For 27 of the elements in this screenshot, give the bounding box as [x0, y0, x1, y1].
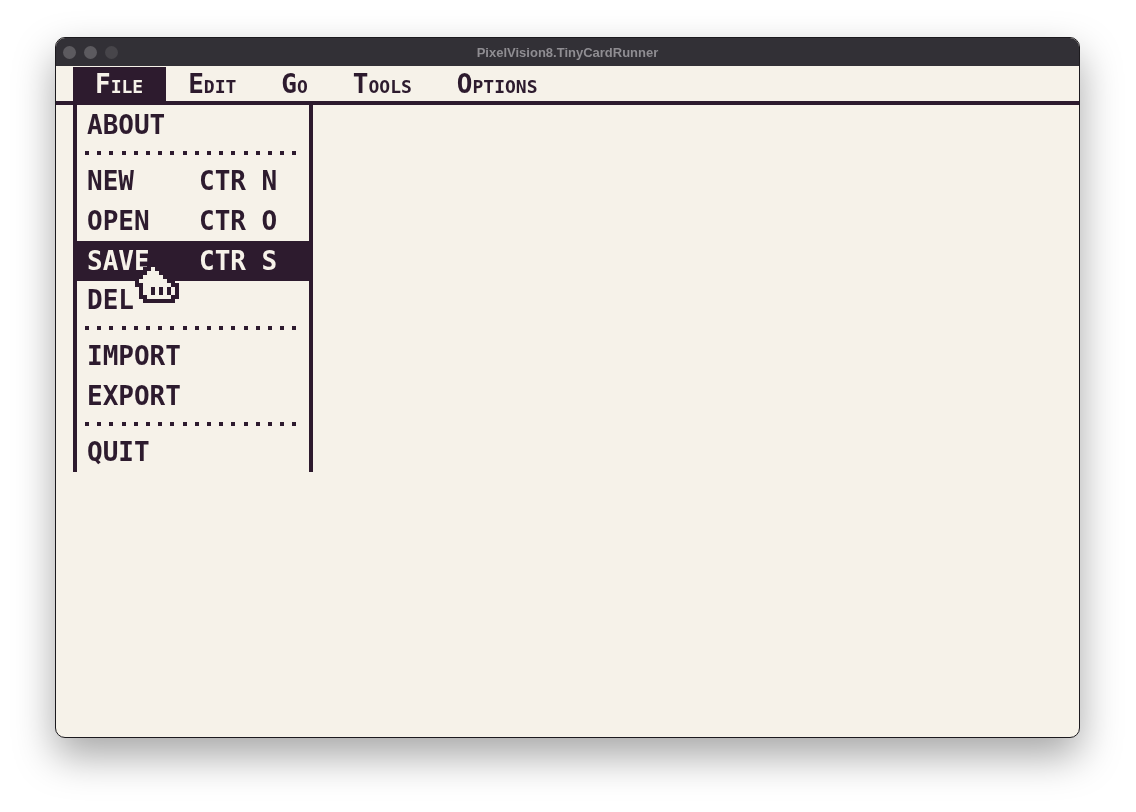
option-label: ABOUT [87, 109, 166, 140]
option-label: OPEN [87, 205, 150, 236]
close-icon[interactable] [63, 45, 76, 59]
menu-item[interactable]: Edit [166, 67, 260, 101]
menu-item[interactable]: Options [434, 67, 561, 101]
menu-option[interactable]: SAVE CTR S [77, 240, 309, 281]
menu-item[interactable]: File [73, 67, 167, 101]
minimize-icon[interactable] [84, 45, 97, 59]
menu-item[interactable]: Tools [330, 67, 435, 101]
option-label: EXPORT [87, 381, 181, 412]
menu-option[interactable]: NEW CTR N [77, 160, 309, 201]
menu-option[interactable]: IMPORT [77, 336, 309, 377]
option-label: DEL [87, 285, 134, 316]
menu-option[interactable]: EXPORT [77, 376, 309, 417]
menu-option[interactable]: QUIT [77, 432, 309, 472]
menu-option[interactable]: DEL [77, 280, 309, 321]
option-label: QUIT [87, 437, 150, 468]
shortcut-text: CTR S [199, 245, 278, 276]
window-title: PixelVision8.TinyCardRunner [476, 44, 659, 60]
menu-item[interactable]: Go [259, 67, 331, 101]
menu-option[interactable]: OPEN CTR O [77, 200, 309, 241]
option-label: SAVE [87, 245, 150, 276]
option-label: NEW [87, 165, 134, 196]
shortcut-text: CTR O [199, 205, 278, 236]
menu-option[interactable]: ABOUT [77, 105, 309, 145]
shortcut-text: CTR N [199, 165, 278, 196]
option-label: IMPORT [87, 341, 181, 372]
